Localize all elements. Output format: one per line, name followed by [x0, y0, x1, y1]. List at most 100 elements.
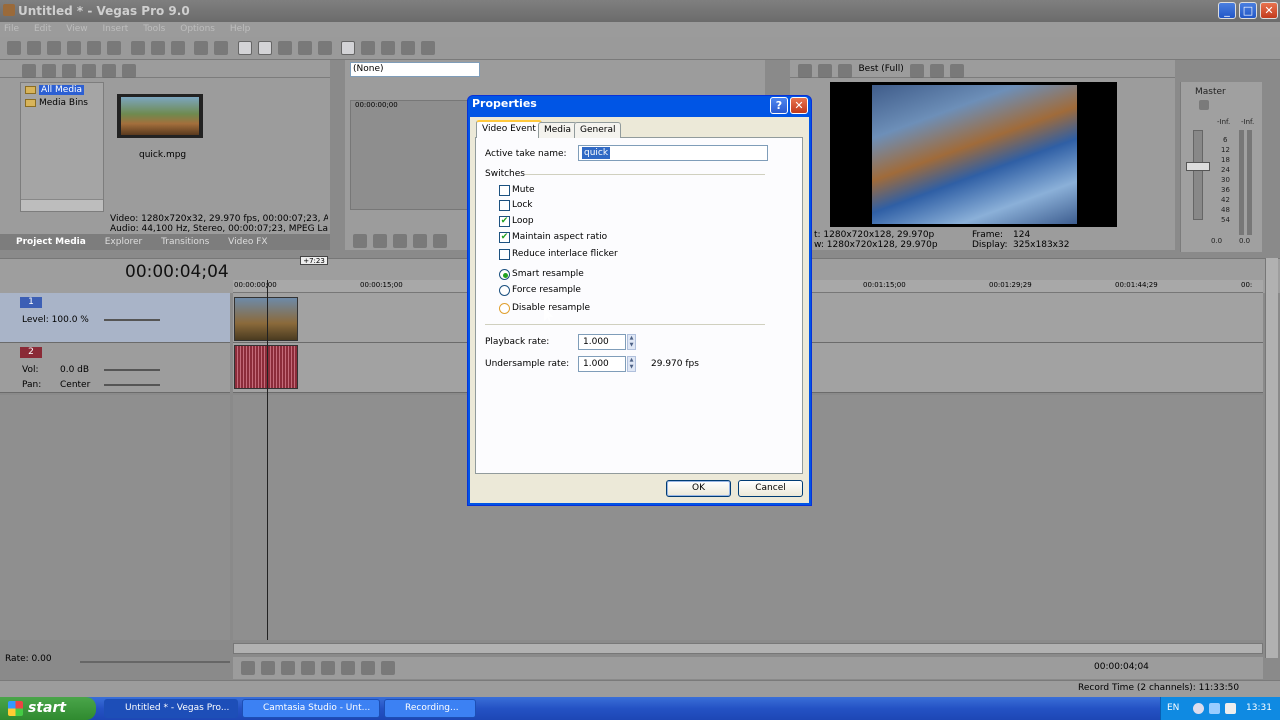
taskbar-item-recording[interactable]: Recording...	[384, 699, 476, 718]
volume-icon[interactable]	[1225, 703, 1236, 714]
reduce-flicker-checkbox[interactable]	[499, 249, 510, 260]
media-fx-icon[interactable]	[102, 64, 116, 78]
minimize-button[interactable]: _	[1218, 2, 1236, 19]
menu-view[interactable]: View	[66, 24, 87, 34]
dialog-close-button[interactable]: ✕	[790, 97, 808, 114]
menu-options[interactable]: Options	[180, 24, 215, 34]
rate-slider[interactable]	[80, 661, 230, 663]
master-fader[interactable]	[1186, 162, 1210, 171]
network-icon[interactable]	[1209, 703, 1220, 714]
tree-item-media-bins[interactable]: Media Bins	[25, 98, 88, 108]
pan-slider[interactable]	[104, 384, 160, 386]
tree-item-all-media[interactable]: All Media	[25, 85, 85, 95]
copy-snapshot-icon[interactable]	[930, 64, 945, 78]
level-slider[interactable]	[104, 319, 160, 321]
tab-general[interactable]: General	[574, 122, 622, 138]
menu-edit[interactable]: Edit	[34, 24, 51, 34]
go-to-start-icon[interactable]	[361, 661, 375, 675]
tree-horizontal-scrollbar[interactable]	[21, 199, 103, 211]
search-media-icon[interactable]	[122, 64, 136, 78]
normal-edit-tool-icon[interactable]	[341, 41, 355, 55]
force-resample-radio[interactable]	[499, 285, 510, 296]
import-media-icon[interactable]	[22, 64, 36, 78]
stop-icon[interactable]	[341, 661, 355, 675]
tab-video-fx[interactable]: Video FX	[228, 237, 267, 247]
pause-icon[interactable]	[413, 234, 427, 248]
ignore-grouping-icon[interactable]	[317, 41, 332, 55]
tab-video-event[interactable]: Video Event	[476, 120, 542, 138]
cancel-button[interactable]: Cancel	[738, 480, 803, 497]
menu-file[interactable]: File	[4, 24, 19, 34]
open-file-icon[interactable]	[27, 41, 41, 55]
mute-checkbox[interactable]	[499, 185, 510, 196]
loop-checkbox[interactable]: ✔	[499, 216, 510, 227]
play-from-start-icon[interactable]	[393, 234, 407, 248]
overlays-icon[interactable]	[910, 64, 925, 78]
tab-project-media[interactable]: Project Media	[16, 237, 86, 247]
help-icon[interactable]	[1193, 703, 1204, 714]
envelope-tool-icon[interactable]	[361, 41, 375, 55]
master-fx-icon[interactable]	[1199, 100, 1209, 110]
tab-media[interactable]: Media	[538, 122, 578, 138]
save-icon[interactable]	[47, 41, 61, 55]
save-as-icon[interactable]	[67, 41, 81, 55]
audio-event-clip[interactable]	[234, 345, 298, 389]
copy-icon[interactable]	[150, 41, 165, 55]
tab-explorer[interactable]: Explorer	[105, 237, 142, 247]
loop-icon[interactable]	[353, 234, 367, 248]
smart-resample-radio[interactable]	[499, 269, 510, 280]
playback-rate-input[interactable]: 1.000	[578, 334, 626, 350]
dialog-help-button[interactable]: ?	[770, 97, 788, 114]
timeline-horizontal-scrollbar[interactable]	[233, 643, 1263, 654]
undersample-rate-input[interactable]: 1.000	[578, 356, 626, 372]
lock-checkbox[interactable]	[499, 200, 510, 211]
tab-transitions[interactable]: Transitions	[161, 237, 209, 247]
disable-resample-radio[interactable]	[499, 303, 510, 314]
playback-rate-spinner[interactable]: ▲ ▼	[627, 334, 636, 350]
pause-icon[interactable]	[321, 661, 335, 675]
taskbar-item-camtasia[interactable]: Camtasia Studio - Unt...	[242, 699, 380, 718]
go-to-end-icon[interactable]	[381, 661, 395, 675]
record-icon[interactable]	[241, 661, 255, 675]
timeline-vertical-scrollbar[interactable]	[1265, 258, 1278, 658]
lock-envelopes-icon[interactable]	[297, 41, 312, 55]
language-indicator[interactable]: EN	[1167, 697, 1179, 720]
split-screen-icon[interactable]	[838, 64, 852, 78]
preset-select[interactable]: (None)	[350, 62, 480, 77]
menu-tools[interactable]: Tools	[143, 24, 165, 34]
crossfade-icon[interactable]	[277, 41, 292, 55]
get-media-icon[interactable]	[62, 64, 76, 78]
video-event-clip[interactable]	[234, 297, 298, 341]
snap-icon[interactable]	[237, 41, 252, 55]
zoom-tool-icon[interactable]	[401, 41, 415, 55]
menu-insert[interactable]: Insert	[102, 24, 128, 34]
remove-media-icon[interactable]	[82, 64, 96, 78]
stop-icon[interactable]	[433, 234, 447, 248]
maximize-button[interactable]: □	[1239, 2, 1257, 19]
audio-track-header[interactable]: 2 Vol: 0.0 dB Pan: Center	[0, 343, 230, 393]
new-file-icon[interactable]	[7, 41, 21, 55]
selection-tool-icon[interactable]	[381, 41, 395, 55]
play-icon[interactable]	[301, 661, 315, 675]
what-is-this-icon[interactable]	[421, 41, 435, 55]
loop-region-marker[interactable]: +7:23	[300, 256, 328, 265]
paste-icon[interactable]	[170, 41, 185, 55]
render-icon[interactable]	[87, 41, 101, 55]
cut-icon[interactable]	[130, 41, 145, 55]
loop-playback-icon[interactable]	[261, 661, 275, 675]
play-icon[interactable]	[373, 234, 387, 248]
capture-video-icon[interactable]	[42, 64, 56, 78]
preview-properties-icon[interactable]	[798, 64, 812, 78]
volume-slider[interactable]	[104, 369, 160, 371]
properties-icon[interactable]	[107, 41, 121, 55]
ok-button[interactable]: OK	[666, 480, 731, 497]
external-monitor-icon[interactable]	[818, 64, 832, 78]
auto-ripple-icon[interactable]	[257, 41, 272, 55]
redo-icon[interactable]	[214, 41, 228, 55]
preview-quality-select[interactable]: Best (Full)	[859, 64, 904, 74]
menu-help[interactable]: Help	[230, 24, 251, 34]
maintain-aspect-checkbox[interactable]: ✔	[499, 232, 510, 243]
active-take-input[interactable]: quick	[578, 145, 768, 161]
taskbar-item-vegas[interactable]: Untitled * - Vegas Pro...	[104, 699, 238, 718]
save-snapshot-icon[interactable]	[950, 64, 965, 78]
